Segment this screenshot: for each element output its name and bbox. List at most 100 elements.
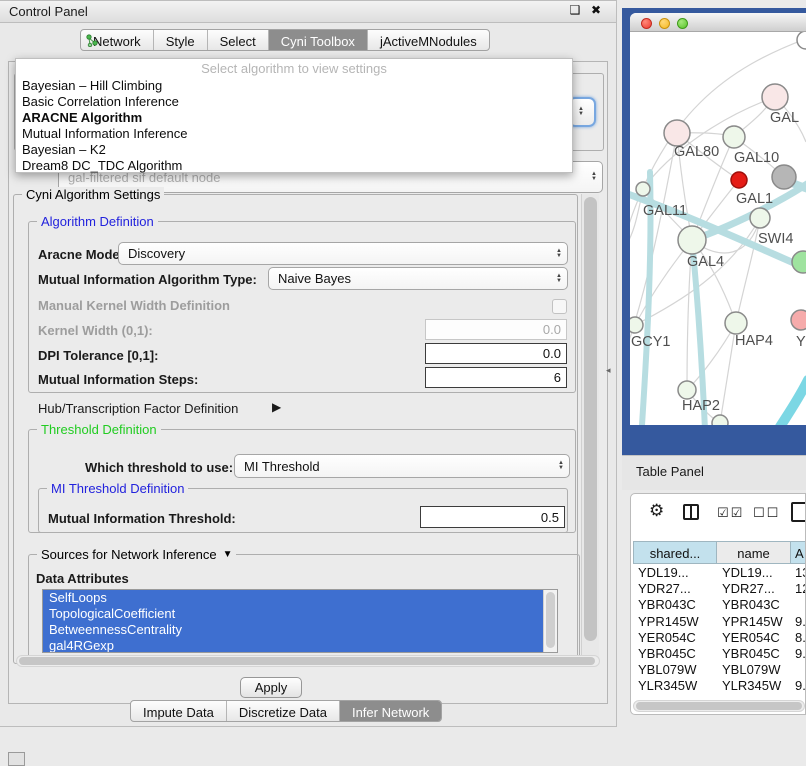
scrollbar-thumb[interactable] [546,592,555,648]
data-attributes-label: Data Attributes [36,571,129,586]
settings-group-title: Cyni Algorithm Settings [22,187,164,202]
mi-type-combobox[interactable]: Naive Bayes ▲▼ [268,267,568,290]
dropdown-item[interactable]: Bayesian – K2 [16,142,572,158]
table-row[interactable]: YIL053C YIL053C 9 [631,695,805,698]
settings-horizontal-scrollbar[interactable] [16,655,600,667]
table-header-row: shared... name A [631,541,805,564]
dropdown-item[interactable]: ARACNE Algorithm [16,110,572,126]
node-label: HAP2 [682,398,720,414]
combo-arrows-icon: ▲▼ [591,172,597,182]
close-traffic-light[interactable] [641,18,652,29]
dropdown-hint: Select algorithm to view settings [16,59,572,78]
dropdown-item[interactable]: Dream8 DC_TDC Algorithm [16,158,572,174]
aracne-mode-label: Aracne Mode: [38,247,124,262]
which-threshold-label: Which threshold to use: [85,460,233,475]
stepper-arrows-icon: ▲▼ [578,107,584,117]
select-all-columns-icon[interactable]: ☑☑ [717,505,744,521]
table-panel-title: Table Panel [636,464,704,479]
column-header[interactable]: name [717,541,791,564]
table-row[interactable]: YDL19... YDL19... 13 [631,565,805,581]
dropdown-item[interactable]: Mutual Information Inference [16,126,572,142]
table-row[interactable]: YBL079W YBL079W [631,662,805,678]
dropdown-item[interactable]: Basic Correlation Inference [16,94,572,110]
mi-steps-label: Mutual Information Steps: [38,372,198,387]
tab[interactable]: Infer Network [340,701,441,721]
table-panel-card: ⚙ ☑☑ ☐☐ shared... name A YDL19... YDL19.… [630,493,806,715]
scrollbar-thumb[interactable] [584,197,597,641]
mi-threshold-group-title: MI Threshold Definition [47,481,188,496]
expand-right-icon[interactable]: ▶ [272,400,281,414]
algorithm-dropdown-list: Select algorithm to view settings Bayesi… [15,58,573,173]
tab[interactable]: Select [208,30,269,50]
tab[interactable]: Impute Data [131,701,227,721]
network-canvas[interactable]: GAL GAL80 GAL10 GAL11 GAL1 SWI4 GAL4 GCY… [630,32,806,425]
sources-group-title: Sources for Network Inference [41,547,217,562]
float-panel-icon[interactable]: ❑ [567,3,583,19]
combo-arrows-icon: ▲▼ [556,274,562,284]
table-row[interactable]: YER054C YER054C 8. [631,630,805,646]
threshold-definition-title: Threshold Definition [37,422,161,437]
node-label: GCY1 [631,334,671,350]
tab[interactable]: jActiveMNodules [368,30,489,50]
mi-threshold-input[interactable] [420,506,565,528]
node-label: GAL11 [643,203,687,219]
mi-type-label: Mutual Information Algorithm Type: [38,272,257,287]
apply-button[interactable]: Apply [240,677,302,698]
dropdown-items: Bayesian – Hill Climbing Basic Correlati… [16,78,572,174]
table-row[interactable]: YBR043C YBR043C [631,597,805,613]
combo-arrows-icon: ▲▼ [558,461,564,471]
column-header[interactable]: A [791,541,806,564]
dpi-tolerance-input[interactable] [425,343,567,364]
list-item[interactable]: BetweennessCentrality [43,622,543,638]
list-item[interactable]: TopologicalCoefficient [43,606,543,622]
mi-steps-input[interactable] [425,367,567,388]
collapse-down-icon[interactable]: ▼ [223,547,233,562]
tab[interactable]: Style [154,30,208,50]
tab[interactable]: Cyni Toolbox [269,30,368,50]
algorithm-definition-title: Algorithm Definition [37,214,158,229]
network-window: GAL GAL80 GAL10 GAL11 GAL1 SWI4 GAL4 GCY… [630,13,806,425]
list-item[interactable]: SelfLoops [43,590,543,606]
scrollbar-thumb[interactable] [636,702,802,710]
aracne-mode-combobox[interactable]: Discovery ▲▼ [118,242,568,265]
scrollbar-thumb[interactable] [19,657,595,665]
which-threshold-combobox[interactable]: MI Threshold ▲▼ [234,454,570,478]
table-row[interactable]: YBR045C YBR045C 9. [631,646,805,662]
columns-icon[interactable] [683,504,699,520]
list-item[interactable]: gal4RGexp [43,638,543,653]
network-window-titlebar[interactable] [630,13,806,32]
column-header[interactable]: shared... [633,541,717,564]
node-label: HAP4 [735,333,773,349]
hub-definition-label: Hub/Transcription Factor Definition [38,401,238,416]
zoom-traffic-light[interactable] [677,18,688,29]
panel-title: Control Panel [9,4,88,19]
settings-vertical-scrollbar[interactable] [581,194,599,664]
kernel-width-input [425,319,567,340]
table-row[interactable]: YLR345W YLR345W 9. [631,678,805,694]
table-rows: YDL19... YDL19... 13 YDR27... YDR27... 1… [631,565,805,697]
control-panel-titlebar: Control Panel ❑ ✖ [0,1,616,23]
dpi-tolerance-label: DPI Tolerance [0,1]: [38,348,158,363]
manual-kernel-checkbox [552,299,567,314]
control-panel-tabs: Network Style Select Cyni Toolbox jActiv… [80,29,490,51]
docked-panel-icon[interactable] [8,752,25,766]
export-table-icon[interactable] [791,502,806,522]
node-label: GAL80 [674,144,719,160]
panel-collapse-icon[interactable]: ◂ [606,365,611,376]
dropdown-item[interactable]: Bayesian – Hill Climbing [16,78,572,94]
minimize-traffic-light[interactable] [659,18,670,29]
table-horizontal-scrollbar[interactable] [633,700,805,712]
gear-icon[interactable]: ⚙ [649,501,664,521]
close-panel-icon[interactable]: ✖ [588,3,604,19]
table-row[interactable]: YDR27... YDR27... 12 [631,581,805,597]
tab[interactable]: Discretize Data [227,701,340,721]
list-vertical-scrollbar[interactable] [543,590,557,653]
data-attributes-list[interactable]: SelfLoops TopologicalCoefficient Between… [42,589,558,653]
table-row[interactable]: YPR145W YPR145W 9. [631,614,805,630]
deselect-all-columns-icon[interactable]: ☐☐ [753,505,780,521]
network-graph [630,32,806,425]
data-attribute-items: SelfLoops TopologicalCoefficient Between… [43,590,543,653]
mi-threshold-label: Mutual Information Threshold: [48,511,236,526]
kernel-width-label: Kernel Width (0,1): [38,323,153,338]
control-panel-window: Control Panel ❑ ✖ Network Style Select C… [0,0,617,727]
